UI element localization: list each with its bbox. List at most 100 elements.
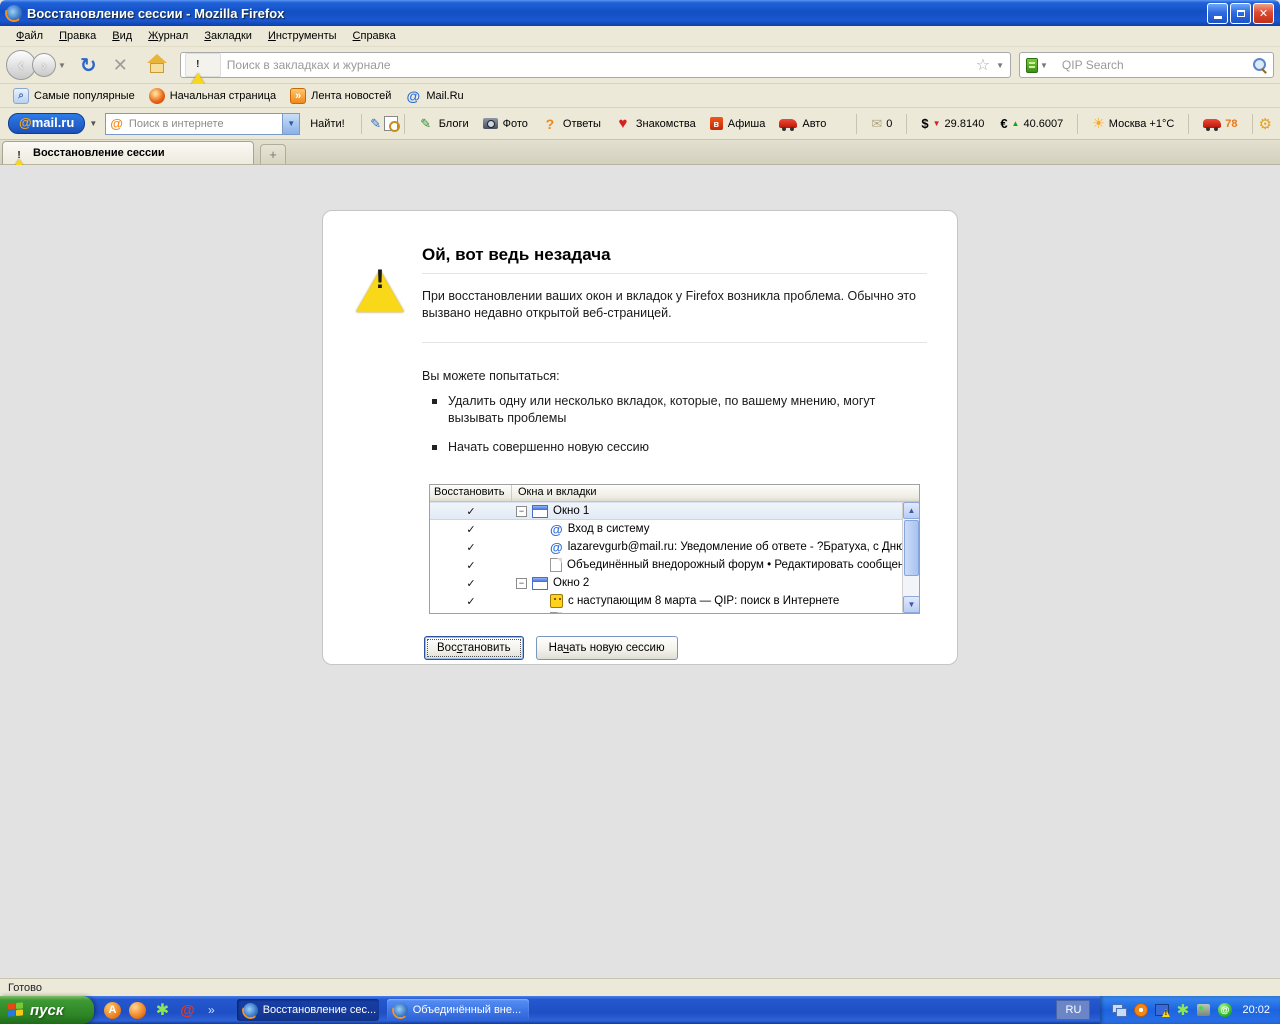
restore-checkbox[interactable]: ✓	[430, 595, 512, 608]
gear-icon[interactable]: ⚙	[1259, 115, 1272, 133]
windows-logo-icon	[8, 1002, 24, 1017]
quicklaunch-overflow-icon[interactable]: »	[208, 1003, 215, 1017]
quicklaunch-browser-icon[interactable]: A	[104, 1002, 121, 1019]
tree-row[interactable]: ✓с наступающим 8 марта — QIP: поиск в Ин…	[430, 592, 902, 610]
scroll-down-icon[interactable]: ▼	[903, 596, 920, 613]
mailru-agent-tray-icon[interactable]: @	[1218, 1003, 1232, 1017]
page-search-icon[interactable]	[384, 116, 398, 131]
restore-checkbox[interactable]: ✓	[430, 577, 512, 590]
eur-rate[interactable]: €▲ 40.6007	[992, 116, 1071, 131]
restore-checkbox[interactable]: ✓	[430, 559, 512, 572]
restore-checkbox[interactable]: ✓	[430, 505, 512, 518]
mailru-link[interactable]: Авто	[772, 116, 833, 132]
window-titlebar[interactable]: Восстановление сессии - Mozilla Firefox …	[0, 0, 1280, 26]
mailru-link[interactable]: ♥ Знакомства	[608, 116, 703, 132]
menu-item[interactable]: Правка	[51, 28, 104, 44]
mailru-search-combo[interactable]: @ Поиск в интернете ▼	[105, 113, 300, 135]
status-bar: Готово	[0, 978, 1280, 996]
mailru-link[interactable]: ✎ Блоги	[411, 116, 476, 132]
close-button[interactable]: ✕	[1253, 3, 1274, 24]
network-tray-icon[interactable]	[1112, 1004, 1127, 1017]
restore-button[interactable]	[1230, 3, 1251, 24]
scroll-up-icon[interactable]: ▲	[903, 502, 920, 519]
mailru-logo-dropdown-icon[interactable]: ▼	[89, 119, 97, 128]
language-indicator[interactable]: RU	[1056, 1000, 1090, 1020]
menu-item[interactable]: Файл	[8, 28, 51, 44]
quicklaunch-mailru-agent-icon[interactable]: @	[179, 1002, 196, 1019]
restore-session-button[interactable]: Восстановить	[424, 636, 524, 660]
mailru-link[interactable]: ? Ответы	[535, 116, 608, 132]
search-bar[interactable]: ▼ QIP Search	[1019, 52, 1274, 78]
quicklaunch-firefox-icon[interactable]	[129, 1002, 146, 1019]
menu-item[interactable]: Справка	[345, 28, 404, 44]
address-input[interactable]: Поиск в закладках и журнале	[227, 58, 976, 72]
taskbar-window-forum[interactable]: Объединённый вне...	[387, 999, 529, 1021]
tab-session-restore[interactable]: ! Восстановление сессии	[2, 141, 254, 164]
reload-icon[interactable]: ↻	[80, 53, 97, 78]
trend-up-icon: ▲	[1012, 119, 1020, 128]
mailru-at-icon: @	[405, 88, 421, 104]
taskbar-window-session-restore[interactable]: Восстановление сес...	[237, 999, 379, 1021]
home-icon[interactable]	[146, 56, 168, 74]
tree-row[interactable]: ✓Объединённый внедорожный форум • Редакт…	[430, 556, 902, 574]
collapse-icon[interactable]: −	[516, 506, 527, 517]
restore-checkbox[interactable]: ✓	[430, 541, 512, 554]
search-go-icon[interactable]	[1253, 58, 1267, 72]
tree-row-label: Окно 1	[553, 505, 589, 517]
mailru-link[interactable]: Фото	[476, 116, 535, 132]
minimize-button[interactable]	[1207, 3, 1228, 24]
start-button[interactable]: пуск	[0, 996, 94, 1024]
monitor-alert-tray-icon[interactable]	[1155, 1004, 1169, 1016]
scroll-thumb[interactable]	[904, 520, 919, 576]
tree-row[interactable]: ✓@lazarevgurb@mail.ru: Уведомление об от…	[430, 538, 902, 556]
warning-icon: !	[356, 253, 404, 271]
mailru-find-button[interactable]: Найти!	[310, 118, 344, 130]
tree-row[interactable]: ✓− Окно 1	[430, 502, 902, 520]
mailru-search-dropdown-icon[interactable]: ▼	[282, 114, 299, 134]
mailru-logo[interactable]: @mail.ru	[8, 113, 85, 134]
qip-tray-icon[interactable]: ✱	[1175, 1003, 1190, 1018]
bookmark-item[interactable]: Начальная страница	[142, 86, 283, 106]
weather-widget[interactable]: ☀ Москва +1°C	[1084, 115, 1182, 132]
column-windows-tabs[interactable]: Окна и вкладки	[512, 485, 919, 501]
new-session-button[interactable]: Начать новую сессию	[536, 636, 678, 660]
compose-icon[interactable]: ✎	[368, 116, 384, 132]
menu-item[interactable]: Вид	[104, 28, 140, 44]
qip-engine-icon[interactable]	[1026, 58, 1038, 73]
suggestion-list: Удалить одну или несколько вкладок, кото…	[422, 393, 927, 456]
bookmark-item[interactable]: ⌕ Самые популярные	[6, 86, 142, 106]
new-tab-button[interactable]: +	[260, 144, 286, 164]
site-identity-box[interactable]: !	[185, 53, 221, 77]
traffic-widget[interactable]: 78	[1195, 118, 1245, 130]
address-bar[interactable]: ! Поиск в закладках и журнале ☆ ▼	[180, 52, 1011, 78]
tray-clock[interactable]: 20:02	[1242, 1004, 1270, 1016]
menu-item[interactable]: Инструменты	[260, 28, 345, 44]
collapse-icon[interactable]: −	[516, 578, 527, 589]
session-tree[interactable]: Восстановить Окна и вкладки ✓−Окно 1✓@Вх…	[429, 484, 920, 614]
session-restore-card: ! Ой, вот ведь незадача При восстановлен…	[322, 210, 958, 665]
tree-scrollbar[interactable]: ▲ ▼	[902, 502, 919, 613]
mail-counter[interactable]: ✉ 0	[863, 116, 900, 132]
antivirus-tray-icon[interactable]	[1134, 1003, 1148, 1017]
bookmark-item[interactable]: @ Mail.Ru	[398, 86, 470, 106]
engine-dropdown-icon[interactable]: ▼	[1040, 61, 1048, 70]
usd-rate[interactable]: $▼ 29.8140	[913, 116, 992, 131]
urlbar-dropdown-icon[interactable]: ▼	[996, 61, 1004, 70]
menu-item[interactable]: Закладки	[196, 28, 260, 44]
quicklaunch-qip-icon[interactable]: ✱	[154, 1002, 171, 1019]
history-dropdown-icon[interactable]: ▼	[58, 61, 66, 70]
bookmark-star-icon[interactable]: ☆	[976, 55, 990, 75]
mailru-link[interactable]: в Афиша	[703, 116, 773, 132]
stop-icon[interactable]: ✕	[113, 55, 128, 76]
bookmark-item[interactable]: » Лента новостей	[283, 86, 398, 106]
column-restore[interactable]: Восстановить	[430, 485, 512, 501]
mailru-search-input[interactable]: Поиск в интернете	[129, 118, 282, 130]
tree-row[interactable]	[430, 610, 902, 613]
search-input[interactable]: QIP Search	[1062, 58, 1253, 72]
menu-item[interactable]: Журнал	[140, 28, 196, 44]
device-tray-icon[interactable]	[1197, 1004, 1210, 1016]
tree-row[interactable]: ✓−Окно 2	[430, 574, 902, 592]
tree-row[interactable]: ✓@Вход в систему	[430, 520, 902, 538]
forward-button[interactable]: ›	[32, 53, 56, 77]
restore-checkbox[interactable]: ✓	[430, 523, 512, 536]
